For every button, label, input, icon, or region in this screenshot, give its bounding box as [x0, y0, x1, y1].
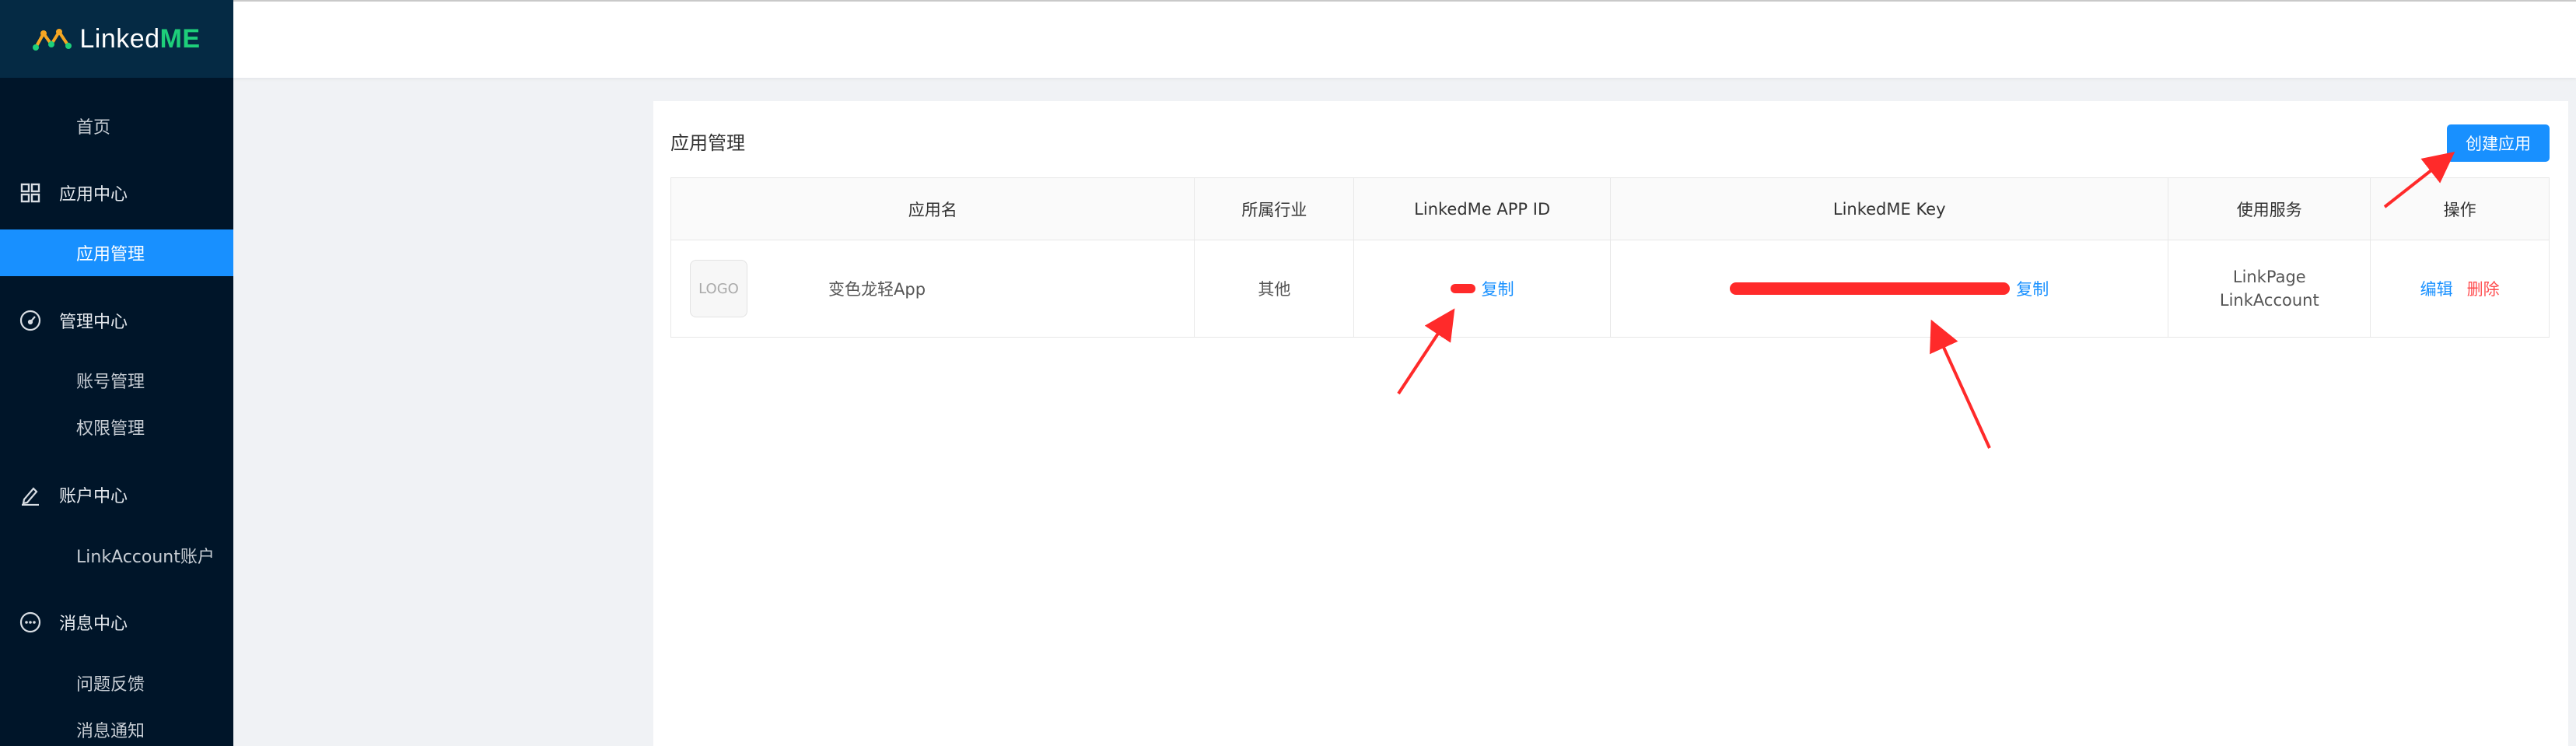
sidebar-item-notifications[interactable]: 消息通知 [0, 706, 233, 746]
copy-key-link[interactable]: 复制 [2016, 277, 2049, 300]
edit-link[interactable]: 编辑 [2420, 277, 2453, 300]
actions-cell: 编辑 删除 [2371, 240, 2549, 337]
edit-icon [19, 483, 42, 506]
sidebar-group-account-center[interactable]: 账户中心 [0, 471, 233, 518]
sidebar-group-label: 应用中心 [59, 185, 128, 205]
redaction-mark [1730, 282, 2011, 295]
sidebar-item-label: 问题反馈 [76, 675, 145, 695]
sidebar-item-label: 权限管理 [76, 419, 145, 439]
logo-bar: LinkedME [0, 0, 233, 78]
brand-wordmark: LinkedME [79, 23, 201, 54]
sidebar-group-label: 管理中心 [59, 313, 128, 332]
column-header-app-name: 应用名 [671, 178, 1195, 240]
sidebar-group-message-center[interactable]: 消息中心 [0, 599, 233, 646]
services-cell: LinkPage LinkAccount [2168, 240, 2371, 337]
sidebar: LinkedME 首页 应用中心 应用管理 管理中心 账号管理 权限管理 账户中… [0, 0, 233, 746]
dashboard-icon [19, 309, 42, 332]
sidebar-group-label: 消息中心 [59, 615, 128, 634]
app-id-cell: 复制 [1354, 240, 1611, 337]
app-logo-placeholder: LOGO [690, 260, 747, 317]
apps-table: 应用名 所属行业 LinkedMe APP ID LinkedME Key 使用… [670, 177, 2550, 338]
grid-icon [19, 181, 42, 205]
sidebar-item-label: 首页 [76, 118, 111, 138]
copy-app-id-link[interactable]: 复制 [1482, 277, 1514, 300]
sidebar-group-management-center[interactable]: 管理中心 [0, 297, 233, 344]
app-name-cell: LOGO 变色龙轻App [671, 240, 1195, 337]
key-cell: 复制 [1611, 240, 2169, 337]
column-header-services: 使用服务 [2168, 178, 2371, 240]
sidebar-item-feedback[interactable]: 问题反馈 [0, 660, 233, 706]
column-header-app-id: LinkedMe APP ID [1354, 178, 1611, 240]
create-app-button[interactable]: 创建应用 [2447, 124, 2550, 162]
linkedme-logo-icon [33, 29, 72, 51]
sidebar-item-label: 账号管理 [76, 373, 145, 392]
service-linkpage: LinkPage [2232, 268, 2306, 286]
sidebar-item-linkaccount[interactable]: LinkAccount账户 [0, 532, 233, 579]
industry-cell: 其他 [1195, 240, 1355, 337]
sidebar-item-permission-management[interactable]: 权限管理 [0, 404, 233, 450]
delete-link[interactable]: 删除 [2467, 277, 2500, 300]
sidebar-item-label: 应用管理 [76, 245, 145, 264]
service-linkaccount: LinkAccount [2219, 291, 2319, 310]
table-row: LOGO 变色龙轻App 其他 复制 复制 LinkPage LinkAccou… [671, 240, 2549, 337]
sidebar-group-app-center[interactable]: 应用中心 [0, 170, 233, 216]
sidebar-item-app-management[interactable]: 应用管理 [0, 229, 233, 276]
brand-logo[interactable]: LinkedME [33, 24, 200, 54]
top-header [233, 0, 2576, 78]
message-icon [19, 611, 42, 634]
redaction-mark [1450, 284, 1475, 293]
sidebar-item-label: 消息通知 [76, 722, 145, 741]
column-header-actions: 操作 [2443, 200, 2476, 219]
table-header-row: 应用名 所属行业 LinkedMe APP ID LinkedME Key 使用… [671, 178, 2549, 240]
app-name: 变色龙轻App [828, 280, 926, 299]
sidebar-item-home[interactable]: 首页 [0, 103, 233, 149]
column-header-industry: 所属行业 [1195, 178, 1355, 240]
sidebar-item-account-management[interactable]: 账号管理 [0, 357, 233, 404]
column-header-key: LinkedME Key [1611, 178, 2169, 240]
sidebar-item-label: LinkAccount账户 [76, 548, 215, 567]
page-title: 应用管理 [670, 132, 745, 154]
sidebar-group-label: 账户中心 [59, 487, 128, 506]
app-management-card: 应用管理 创建应用 应用名 所属行业 LinkedMe APP ID Linke… [653, 101, 2568, 746]
